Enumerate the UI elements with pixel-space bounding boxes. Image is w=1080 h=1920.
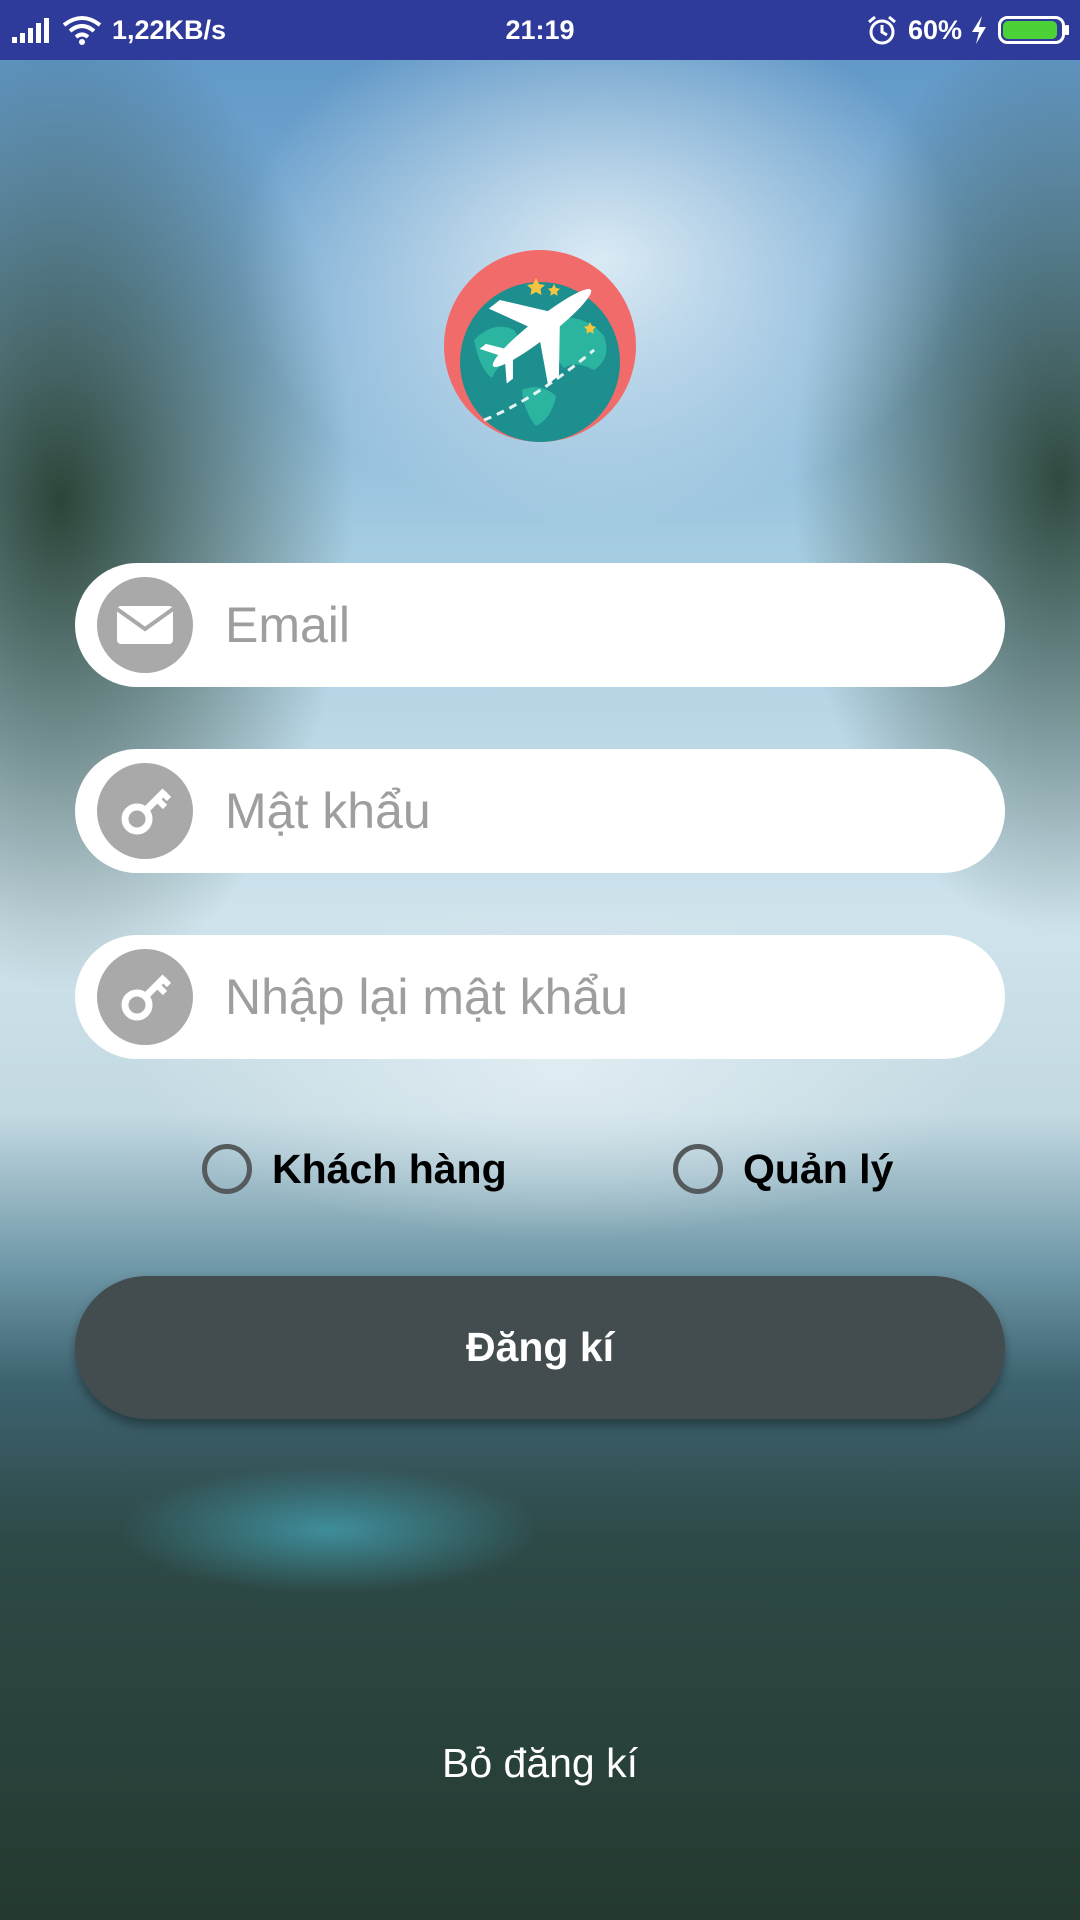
charging-icon bbox=[970, 15, 988, 45]
key-icon bbox=[97, 949, 193, 1045]
role-manager-radio[interactable]: Quản lý bbox=[673, 1138, 893, 1200]
key-icon bbox=[97, 763, 193, 859]
confirm-password-field[interactable] bbox=[75, 935, 1005, 1059]
role-manager-label: Quản lý bbox=[743, 1145, 894, 1192]
password-field[interactable] bbox=[75, 749, 1005, 873]
radio-circle[interactable] bbox=[202, 1144, 252, 1194]
status-bar: 1,22KB/s 21:19 60% bbox=[0, 0, 1080, 60]
alarm-icon bbox=[866, 14, 898, 46]
app-logo bbox=[444, 250, 636, 442]
signal-icon bbox=[12, 17, 52, 43]
status-bar-right: 60% bbox=[866, 0, 1070, 60]
email-input[interactable] bbox=[225, 563, 965, 687]
password-input[interactable] bbox=[225, 749, 965, 873]
register-screen: 1,22KB/s 21:19 60% Email Khách hàng Quản… bbox=[0, 0, 1080, 1920]
network-speed: 1,22KB/s bbox=[112, 14, 227, 45]
clock: 21:19 bbox=[505, 14, 575, 45]
battery-icon bbox=[998, 15, 1070, 45]
radio-circle[interactable] bbox=[673, 1144, 723, 1194]
cancel-register-link[interactable]: Bỏ đăng kí bbox=[0, 1740, 1080, 1787]
role-customer-radio[interactable]: Khách hàng bbox=[202, 1138, 507, 1200]
envelope-icon bbox=[97, 577, 193, 673]
wifi-icon bbox=[62, 15, 102, 45]
confirm-password-input[interactable] bbox=[225, 935, 965, 1059]
globe-airplane-logo bbox=[444, 250, 636, 442]
register-button[interactable]: Đăng kí bbox=[75, 1276, 1005, 1419]
status-bar-left: 1,22KB/s bbox=[12, 0, 226, 60]
battery-percent: 60% bbox=[907, 14, 962, 45]
email-field[interactable] bbox=[75, 563, 1005, 687]
register-button-label: Đăng kí bbox=[465, 1324, 615, 1370]
role-customer-label: Khách hàng bbox=[272, 1145, 507, 1192]
